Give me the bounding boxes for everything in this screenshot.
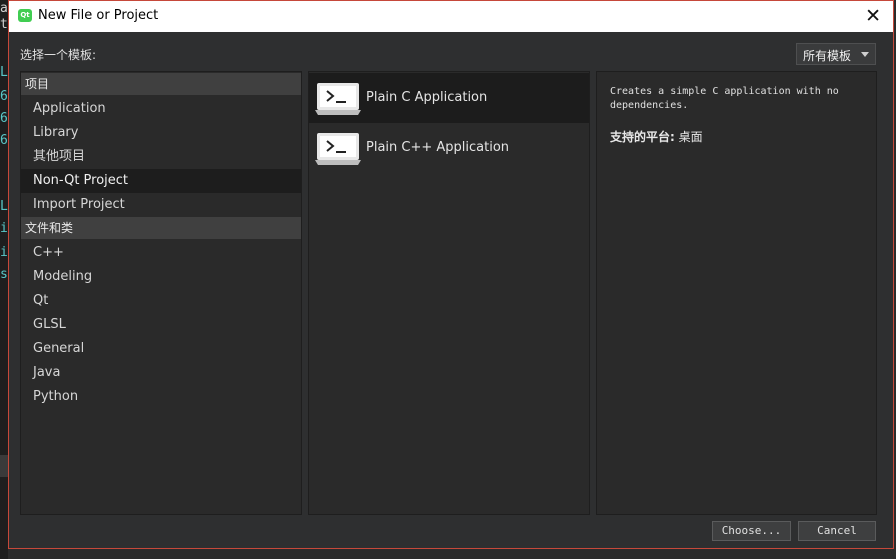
editor-glyph: a bbox=[0, 1, 8, 16]
category-item-python[interactable]: Python bbox=[21, 385, 301, 409]
template-item-plain-c[interactable]: Plain C Application bbox=[309, 73, 589, 123]
category-item-import-project[interactable]: Import Project bbox=[21, 193, 301, 217]
window-title: New File or Project bbox=[38, 8, 159, 23]
category-item-glsl[interactable]: GLSL bbox=[21, 313, 301, 337]
editor-glyph: L bbox=[0, 65, 8, 80]
category-item-qt[interactable]: Qt bbox=[21, 289, 301, 313]
category-list: 项目 Application Library 其他项目 Non-Qt Proje… bbox=[20, 71, 302, 515]
platforms-value: 桌面 bbox=[678, 130, 703, 144]
template-description: Creates a simple C application with no d… bbox=[610, 86, 839, 111]
template-label: Plain C++ Application bbox=[366, 140, 510, 155]
platforms-label: 支持的平台: bbox=[610, 130, 675, 144]
close-button[interactable]: ✕ bbox=[865, 5, 881, 27]
editor-glyph: i bbox=[0, 245, 8, 260]
filter-selected-value: 所有模板 bbox=[803, 49, 852, 63]
chevron-down-icon bbox=[861, 52, 869, 57]
title-bar[interactable]: Qt New File or Project ✕ bbox=[9, 1, 893, 32]
category-item-other-projects[interactable]: 其他项目 bbox=[21, 145, 301, 169]
category-item-application[interactable]: Application bbox=[21, 97, 301, 121]
category-group-files-classes: 文件和类 bbox=[21, 217, 301, 239]
choose-template-label: 选择一个模板: bbox=[20, 48, 97, 62]
category-item-java[interactable]: Java bbox=[21, 361, 301, 385]
choose-button[interactable]: Choose... bbox=[712, 521, 791, 541]
cancel-button[interactable]: Cancel bbox=[798, 521, 876, 541]
category-item-modeling[interactable]: Modeling bbox=[21, 265, 301, 289]
supported-platforms: 支持的平台: 桌面 bbox=[610, 128, 703, 145]
category-item-non-qt-project[interactable]: Non-Qt Project bbox=[21, 169, 301, 193]
editor-glyph: 6 bbox=[0, 89, 8, 104]
editor-glyph: L bbox=[0, 199, 8, 214]
qt-logo-icon: Qt bbox=[18, 9, 32, 22]
template-list: Plain C Application Plain C++ Applicatio… bbox=[308, 71, 590, 515]
editor-glyph: t bbox=[0, 17, 8, 32]
terminal-icon bbox=[315, 83, 361, 115]
editor-glyph: s bbox=[0, 267, 8, 282]
category-item-library[interactable]: Library bbox=[21, 121, 301, 145]
category-item-cpp[interactable]: C++ bbox=[21, 241, 301, 265]
editor-glyph: 6 bbox=[0, 111, 8, 126]
category-group-projects: 项目 bbox=[21, 73, 301, 95]
background-strip bbox=[0, 455, 8, 477]
new-file-dialog: Qt New File or Project ✕ 选择一个模板: 所有模板 项目… bbox=[8, 0, 894, 549]
terminal-icon bbox=[315, 133, 361, 165]
template-label: Plain C Application bbox=[366, 90, 488, 105]
editor-glyph: 6 bbox=[0, 133, 8, 148]
editor-glyph: i bbox=[0, 221, 8, 236]
template-item-plain-cpp[interactable]: Plain C++ Application bbox=[309, 123, 589, 173]
template-filter-select[interactable]: 所有模板 bbox=[796, 43, 876, 65]
category-item-general[interactable]: General bbox=[21, 337, 301, 361]
description-panel: Creates a simple C application with no d… bbox=[596, 71, 877, 515]
